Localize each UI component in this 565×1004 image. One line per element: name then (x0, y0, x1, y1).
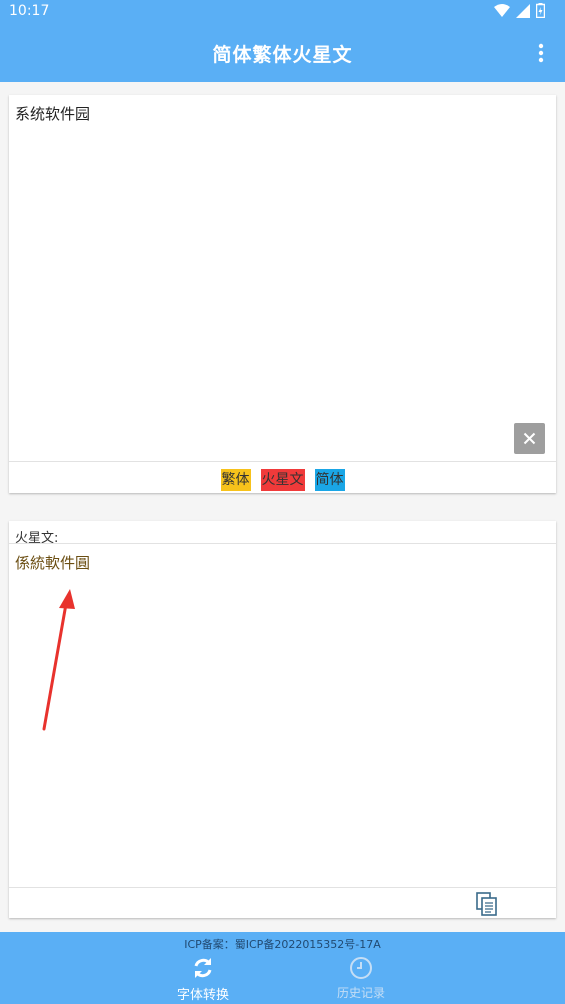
tab-history[interactable]: 历史记录 (301, 956, 421, 1002)
bottom-navigation: ICP备案：蜀ICP备2022015352号-17A 字体转换 历史记录 (0, 932, 565, 1004)
tab-font-convert-label: 字体转换 (176, 988, 229, 1003)
icp-notice: ICP备案：蜀ICP备2022015352号-17A (184, 938, 381, 951)
tab-font-convert[interactable]: 字体转换 (143, 956, 263, 1003)
refresh-icon (194, 958, 212, 978)
annotation-arrow (42, 589, 75, 731)
clock-icon (350, 957, 372, 979)
tab-history-label: 历史记录 (336, 986, 385, 1000)
